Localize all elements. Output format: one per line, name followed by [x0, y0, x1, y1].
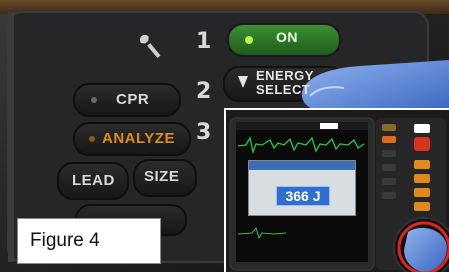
figure-caption: Figure 4 — [17, 218, 161, 264]
size-label: SIZE — [144, 168, 180, 185]
on-label: ON — [276, 29, 298, 45]
step-number-1: 1 — [196, 29, 212, 54]
energy-select-label-line2: SELECT — [256, 82, 311, 97]
cpr-label: CPR — [116, 91, 150, 108]
step-number-3: 3 — [196, 120, 212, 145]
dialog-titlebar — [249, 161, 355, 170]
selected-energy-value: 366 J — [276, 186, 330, 206]
defibrillator-photo: ON ENERGY SELECT CPR ANALYZE LEAD SIZE 1… — [0, 0, 449, 272]
screen-inset: 366 J — [224, 108, 449, 272]
analyze-label: ANALYZE — [102, 130, 175, 147]
step-number-2: 2 — [196, 79, 212, 104]
energy-select-dialog: 366 J — [248, 160, 356, 216]
lead-label: LEAD — [72, 172, 115, 189]
energy-select-label-line1: ENERGY — [256, 68, 314, 83]
